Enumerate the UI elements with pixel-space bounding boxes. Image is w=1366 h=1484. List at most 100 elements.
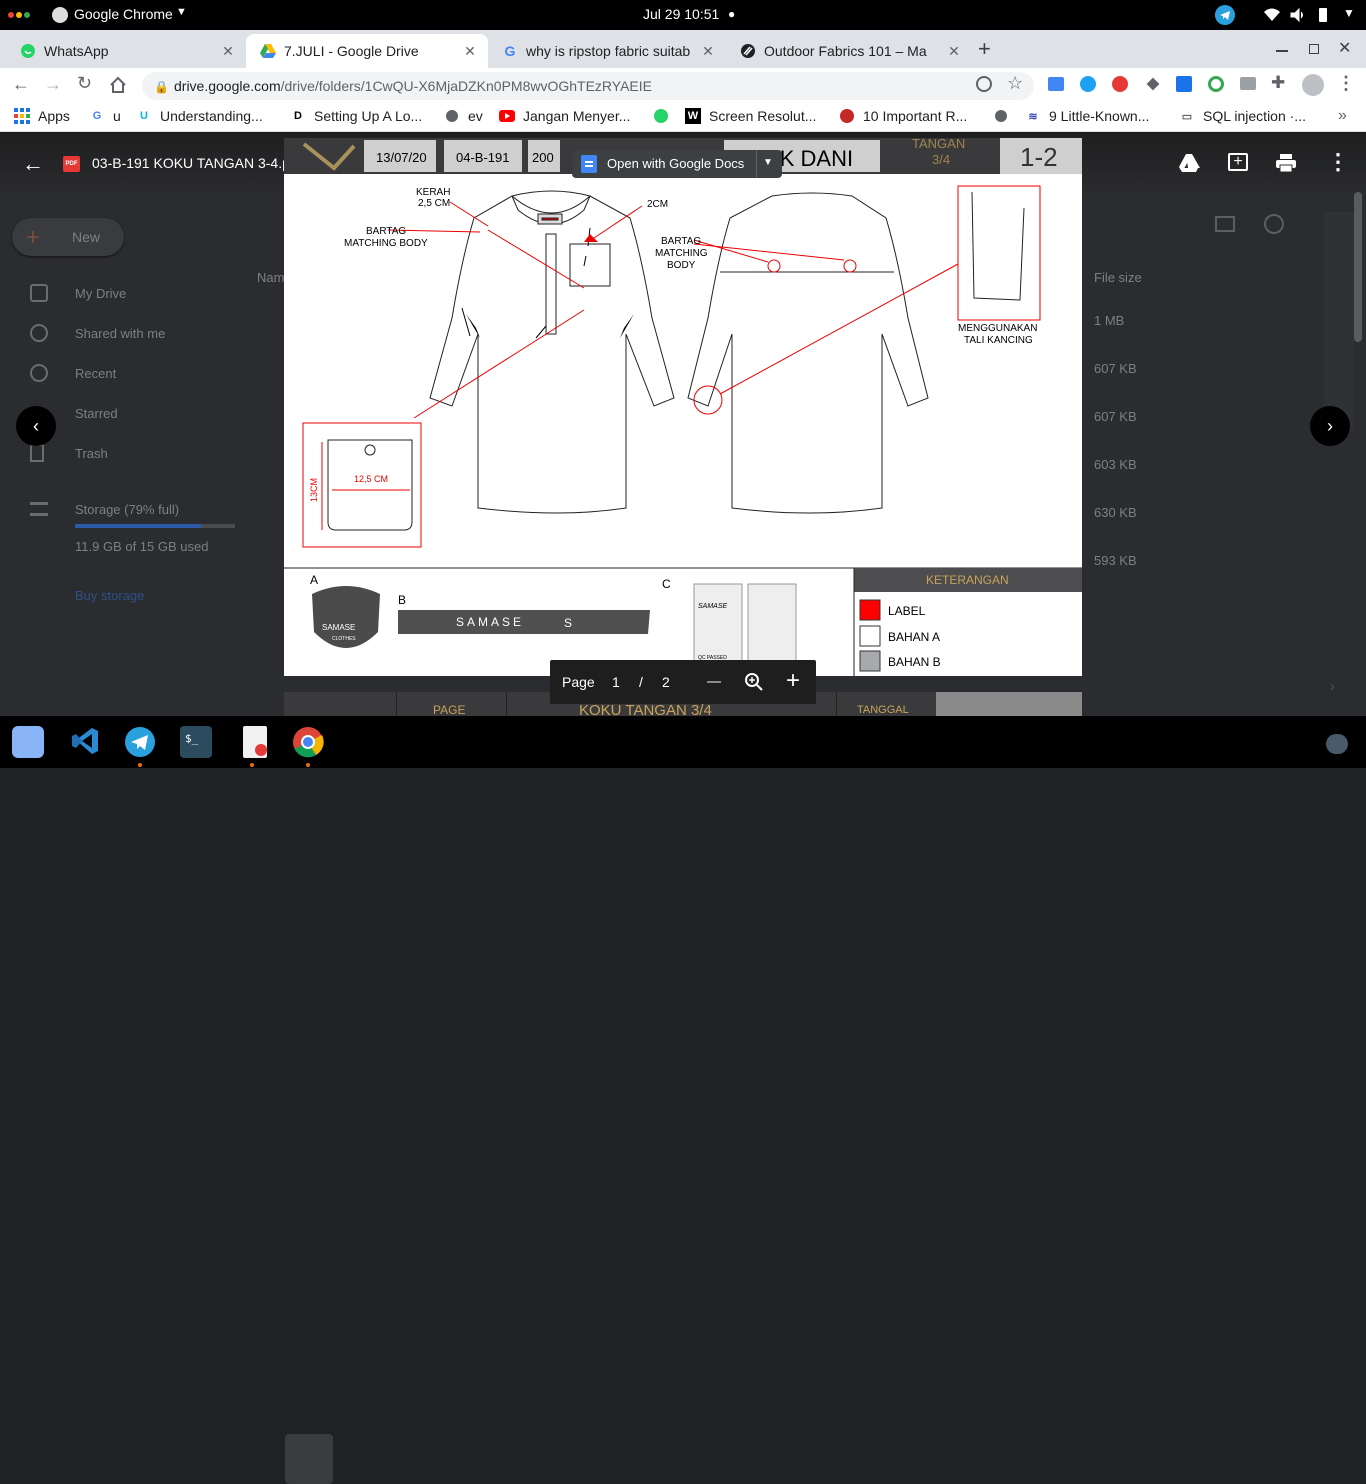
close-tab-icon[interactable]: ✕ — [946, 43, 962, 59]
extension-screen-icon[interactable] — [1048, 77, 1064, 91]
add-comment-icon[interactable]: + — [1228, 153, 1248, 171]
open-with-google-docs-button[interactable]: Open with Google Docs ▼ — [572, 150, 782, 178]
bookmarks-bar: Apps Gu U Understanding... D Setting Up A … — [0, 102, 1366, 132]
vscode-app-icon[interactable] — [70, 726, 100, 756]
bookmark-label: Jangan Menyer... — [523, 108, 631, 124]
extension-blue-icon[interactable] — [1080, 76, 1096, 92]
install-app-icon[interactable] — [976, 76, 992, 92]
footer-title: KOKU TANGAN 3/4 — [579, 702, 712, 716]
zoom-in-icon[interactable]: + — [786, 667, 800, 695]
nav-trash[interactable]: Trash — [75, 446, 108, 461]
telegram-tray-icon[interactable] — [1215, 5, 1235, 25]
extension-chrome-icon[interactable] — [1208, 76, 1224, 92]
extension-eyedropper-icon[interactable] — [1146, 77, 1160, 91]
tab-google-drive[interactable]: 7.JULI - Google Drive ✕ — [246, 34, 488, 68]
close-window-button[interactable]: ✕ — [1338, 38, 1351, 58]
nav-starred[interactable]: Starred — [75, 406, 118, 421]
bookmark-star-icon[interactable]: ☆ — [1007, 73, 1023, 94]
bookmark-apps[interactable]: Apps — [14, 108, 70, 124]
battery-icon[interactable] — [1319, 8, 1327, 22]
tab-title: WhatsApp — [44, 43, 109, 59]
volume-icon[interactable] — [1290, 8, 1306, 22]
close-tab-icon[interactable]: ✕ — [700, 43, 716, 59]
bookmark-whatsapp[interactable] — [653, 108, 677, 124]
bookmark-9-little-known[interactable]: ≋ 9 Little-Known... — [1025, 108, 1149, 124]
open-with-dropdown-icon[interactable]: ▼ — [763, 157, 773, 168]
home-button[interactable] — [109, 76, 127, 94]
new-tab-button[interactable]: + — [978, 36, 991, 62]
print-icon[interactable] — [1276, 154, 1296, 172]
clock[interactable]: Jul 29 10:51 — [643, 6, 719, 22]
bookmark-jangan[interactable]: Jangan Menyer... — [499, 108, 630, 124]
restore-window-button[interactable] — [1309, 44, 1319, 54]
profile-avatar[interactable] — [1302, 74, 1324, 96]
extensions-puzzle-icon[interactable]: ✚ — [1271, 73, 1285, 93]
more-options-icon[interactable]: ⋮ — [1327, 149, 1349, 175]
app-menu-caret-icon[interactable]: ▼ — [176, 6, 187, 18]
tab-whatsapp[interactable]: WhatsApp ✕ — [6, 34, 246, 68]
zoom-icon[interactable] — [744, 672, 764, 692]
scrollbar[interactable] — [1354, 192, 1362, 342]
active-app-name[interactable]: Google Chrome — [74, 6, 173, 22]
info-icon[interactable] — [1264, 214, 1284, 234]
extension-calendar-icon[interactable] — [1176, 76, 1192, 92]
care-label-2 — [747, 583, 797, 667]
page-current[interactable]: 1 — [612, 674, 620, 690]
lock-icon[interactable]: 🔒 — [154, 73, 169, 101]
previous-file-button[interactable]: ‹ — [16, 406, 56, 446]
add-to-drive-icon[interactable] — [1178, 152, 1202, 174]
column-file-size[interactable]: File size — [1094, 270, 1142, 285]
zoom-out-icon[interactable] — [707, 681, 721, 683]
system-menu-caret-icon[interactable]: ▼ — [1343, 6, 1355, 20]
new-button[interactable]: + New — [12, 218, 124, 256]
bookmark-u[interactable]: Gu — [89, 108, 121, 124]
chrome-app-icon[interactable] — [292, 726, 324, 758]
buy-storage-link[interactable]: Buy storage — [75, 588, 144, 603]
bookmark-understanding[interactable]: U Understanding... — [136, 108, 263, 124]
back-arrow-icon[interactable]: ← — [22, 151, 44, 177]
callout-pocket-width: 12,5 CM — [354, 474, 388, 484]
bookmark-setting-up[interactable]: D Setting Up A Lo... — [290, 108, 422, 124]
wifi-icon[interactable] — [1264, 8, 1280, 22]
back-button[interactable]: ← — [12, 74, 30, 95]
front-shirt — [429, 190, 675, 514]
legend-item-bahan-b: BAHAN B — [888, 655, 941, 669]
nav-my-drive[interactable]: My Drive — [75, 286, 126, 301]
callout-kerah-size: 2,5 CM — [418, 198, 450, 209]
telegram-app-icon[interactable] — [124, 726, 156, 758]
chrome-menu-icon[interactable]: ⋮ — [1337, 73, 1355, 94]
next-file-button[interactable]: › — [1310, 406, 1350, 446]
nav-shared-with-me[interactable]: Shared with me — [75, 326, 165, 341]
close-tab-icon[interactable]: ✕ — [462, 43, 478, 59]
tab-title: why is ripstop fabric suitab — [526, 43, 691, 59]
bookmarks-overflow-button[interactable]: » — [1338, 107, 1347, 125]
legend-title: KETERANGAN — [926, 573, 1009, 587]
dev-icon: D — [294, 110, 302, 122]
header-code: 04-B-191 — [456, 150, 509, 165]
tab-ripstop-search[interactable]: G why is ripstop fabric suitab ✕ — [488, 34, 726, 68]
files-app-icon[interactable] — [12, 726, 44, 758]
extension-red-icon[interactable] — [1112, 76, 1128, 92]
forward-button[interactable]: → — [44, 74, 62, 95]
tab-title: Outdoor Fabrics 101 – Ma — [764, 43, 927, 59]
collapse-side-panel-icon[interactable]: › — [1330, 678, 1335, 694]
bookmark-globe[interactable] — [993, 108, 1017, 124]
minimize-window-button[interactable] — [1276, 50, 1288, 52]
system-tray-icon[interactable] — [1326, 734, 1348, 754]
youtube-icon — [499, 108, 515, 124]
apps-grid-icon — [14, 108, 30, 124]
text-editor-app-icon[interactable] — [243, 726, 267, 758]
bookmark-screen-resolution[interactable]: W Screen Resolut... — [685, 108, 816, 124]
bookmark-ev[interactable]: ev — [444, 108, 483, 124]
page-total: 2 — [662, 674, 670, 690]
tab-outdoor-fabrics[interactable]: Outdoor Fabrics 101 – Ma ✕ — [726, 34, 972, 68]
grid-view-icon[interactable] — [1215, 216, 1235, 232]
bookmark-10-important[interactable]: 10 Important R... — [839, 108, 967, 124]
terminal-app-icon[interactable]: $_ — [180, 726, 212, 758]
bookmark-sql-injection[interactable]: ▭ SQL injection ·... — [1179, 108, 1306, 124]
reload-button[interactable]: ↻ — [77, 73, 92, 94]
camera-icon[interactable] — [1240, 77, 1256, 90]
close-tab-icon[interactable]: ✕ — [220, 43, 236, 59]
address-bar[interactable]: 🔒 drive.google.com/drive/folders/1CwQU-X… — [142, 72, 1034, 100]
nav-recent[interactable]: Recent — [75, 366, 116, 381]
